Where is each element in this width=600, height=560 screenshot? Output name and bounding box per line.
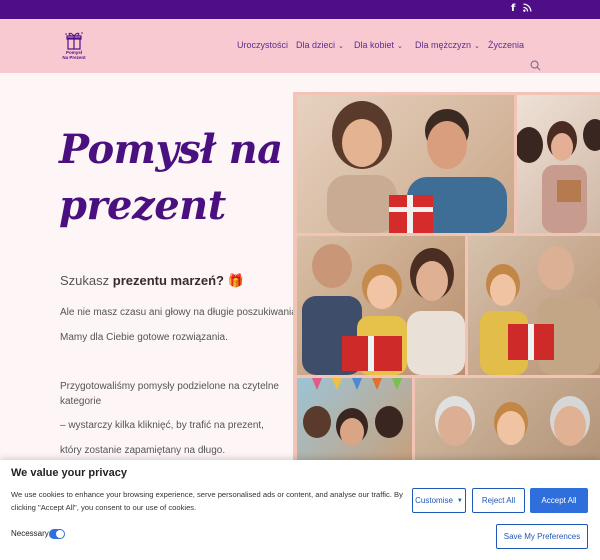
reject-all-button[interactable]: Reject All [472, 488, 525, 513]
hero-paragraph-4: – wystarczy kilka kliknięć, by trafić na… [60, 420, 264, 431]
save-preferences-button[interactable]: Save My Preferences [496, 524, 588, 549]
chevron-down-icon: ⌄ [474, 43, 480, 50]
facebook-icon[interactable]: f [511, 3, 515, 14]
nav-item-dla-mezczyzn[interactable]: Dla mężczyzn ⌄ [415, 40, 480, 50]
nav-item-uroczystosci[interactable]: Uroczystości [237, 40, 288, 50]
hero-subheading: Szukasz prezentu marzeń? 🎁 [60, 273, 244, 288]
customise-label: Customise [415, 496, 453, 505]
gallery-photo-grandfather [468, 236, 600, 375]
photo-gallery [293, 92, 600, 460]
nav-label: Uroczystości [237, 40, 289, 50]
hero-paragraph-2: Mamy dla Ciebie gotowe rozwiązania. [60, 332, 228, 343]
logo-line-2: Na Prezent [62, 55, 86, 60]
nav-item-zyczenia[interactable]: Życzenia [488, 40, 524, 50]
caret-down-icon: ▼ [456, 497, 463, 504]
gallery-photo-family [297, 236, 465, 375]
gallery-photo-couple [297, 95, 514, 233]
main-nav: Uroczystości Dla dzieci ⌄ Dla kobiet ⌄ Dla… [0, 40, 600, 71]
toggle-knob [56, 530, 64, 538]
subhead-prefix: Szukasz [60, 273, 113, 288]
gallery-photo-women [517, 95, 600, 233]
accept-all-button[interactable]: Accept All [530, 488, 588, 513]
cookie-banner: We value your privacy We use cookies to … [0, 460, 600, 560]
customise-button[interactable]: Customise ▼ [412, 488, 466, 513]
rss-icon[interactable] [523, 3, 532, 15]
chevron-down-icon: ⌄ [338, 43, 344, 50]
gift-emoji-icon: 🎁 [227, 273, 244, 288]
gallery-photo-grandparents [415, 378, 600, 460]
cookie-title: We value your privacy [11, 467, 127, 479]
hero-paragraph-5: który zostanie zapamiętany na długo. [60, 445, 226, 456]
cookie-text: We use cookies to enhance your browsing … [11, 490, 403, 512]
site-header: Pomysł Na Prezent Uroczystości Dla dziec… [0, 19, 600, 73]
search-icon[interactable] [530, 60, 541, 71]
nav-label: Dla kobiet [354, 40, 395, 50]
page-title: Pomysł na prezent [59, 126, 283, 229]
subhead-bold: prezentu marzeń? [112, 273, 224, 288]
chevron-down-icon: ⌄ [397, 43, 403, 50]
nav-label: Dla dzieci [296, 40, 336, 50]
nav-label: Życzenia [488, 40, 525, 50]
necessary-toggle[interactable] [49, 529, 65, 539]
top-bar: f [0, 0, 600, 19]
hero-paragraph-3: Przygotowaliśmy pomysły podzielone na cz… [60, 381, 279, 407]
nav-item-dla-dzieci[interactable]: Dla dzieci ⌄ [296, 40, 344, 50]
necessary-label: Necessary [11, 529, 49, 538]
hero-paragraph-1: Ale nie masz czasu ani głowy na długie p… [60, 307, 303, 318]
nav-label: Dla mężczyzn [415, 40, 472, 50]
nav-item-dla-kobiet[interactable]: Dla kobiet ⌄ [354, 40, 403, 50]
gallery-photo-party [297, 378, 412, 460]
